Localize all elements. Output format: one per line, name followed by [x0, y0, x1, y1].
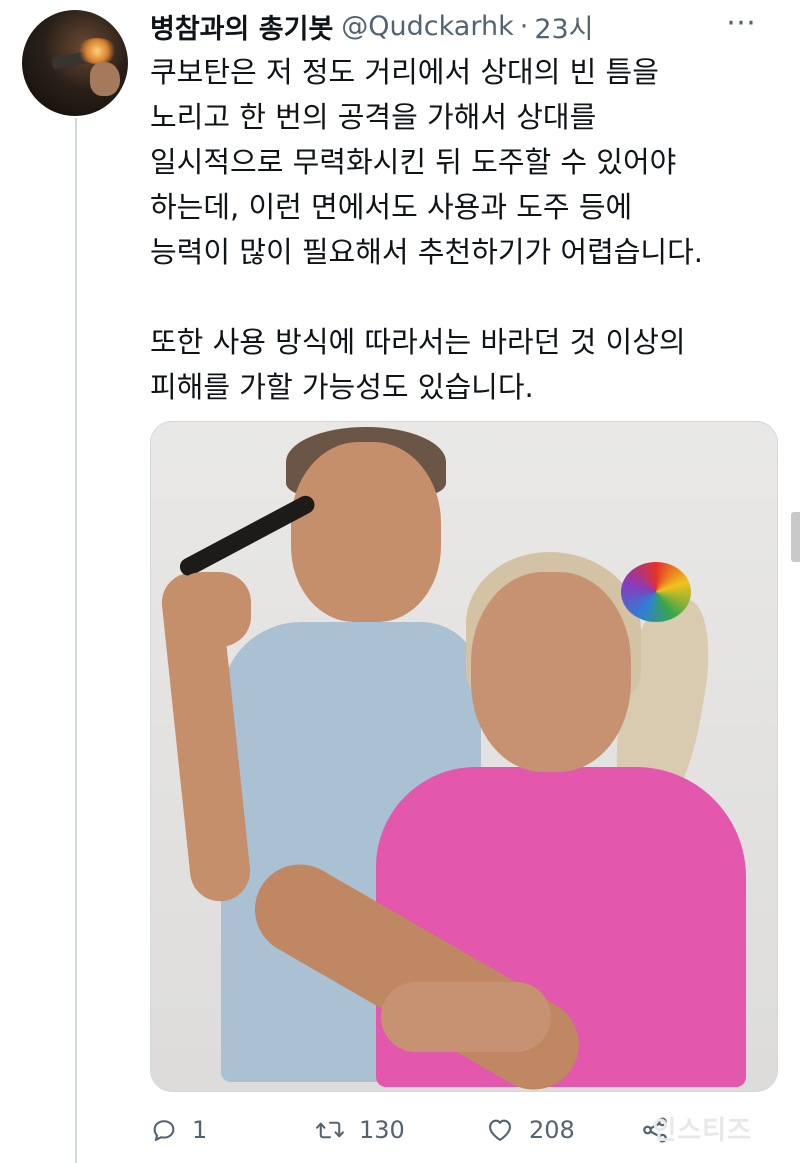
tweet-text: 쿠보탄은 저 정도 거리에서 상대의 빈 틈을 노리고 한 번의 공격을 가해서… [150, 50, 780, 410]
tweet-text-paragraph: 쿠보탄은 저 정도 거리에서 상대의 빈 틈을 노리고 한 번의 공격을 가해서… [150, 50, 780, 275]
text-line: 또한 사용 방식에 따라서는 바라던 것 이상의 [150, 325, 686, 359]
more-icon[interactable]: ⋯ [726, 8, 758, 38]
retweet-icon [315, 1116, 345, 1144]
scrollbar-thumb[interactable] [791, 512, 800, 562]
reply-button[interactable]: 1 [150, 1108, 315, 1152]
tweet-text-paragraph: 또한 사용 방식에 따라서는 바라던 것 이상의 피해를 가할 가능성도 있습니… [150, 320, 780, 410]
author-handle[interactable]: @Qudckarhk [341, 11, 513, 42]
tweet-header: 병참과의 총기봇 @Qudckarhk · 23시 ⋯ [150, 7, 780, 46]
site-watermark: 인스티즈 [652, 1116, 752, 1146]
text-line: 노리고 한 번의 공격을 가해서 상대를 [150, 100, 597, 134]
text-line: 일시적으로 무력화시킨 뒤 도주할 수 있어야 [150, 145, 677, 179]
avatar[interactable] [22, 10, 128, 116]
retweet-count: 130 [359, 1116, 405, 1144]
header-separator: · [519, 10, 529, 42]
reply-count: 1 [192, 1116, 208, 1144]
author-display-name[interactable]: 병참과의 총기봇 [150, 7, 333, 46]
thread-connector-line [75, 118, 77, 1163]
like-count: 208 [529, 1116, 575, 1144]
tweet-photo[interactable] [150, 421, 778, 1092]
text-line: 능력이 많이 필요해서 추천하기가 어렵습니다. [150, 235, 704, 269]
tweet-page: 병참과의 총기봇 @Qudckarhk · 23시 ⋯ 쿠보탄은 저 정도 거리… [0, 0, 800, 1163]
text-line: 쿠보탄은 저 정도 거리에서 상대의 빈 틈을 [150, 55, 659, 89]
heart-icon [485, 1116, 515, 1144]
text-line: 피해를 가할 가능성도 있습니다. [150, 370, 534, 404]
text-line: 하는데, 이런 면에서도 사용과 도주 등에 [150, 190, 633, 224]
like-button[interactable]: 208 [485, 1108, 640, 1152]
tweet-timestamp[interactable]: 23시 [534, 7, 593, 46]
reply-icon [150, 1116, 178, 1144]
retweet-button[interactable]: 130 [315, 1108, 485, 1152]
